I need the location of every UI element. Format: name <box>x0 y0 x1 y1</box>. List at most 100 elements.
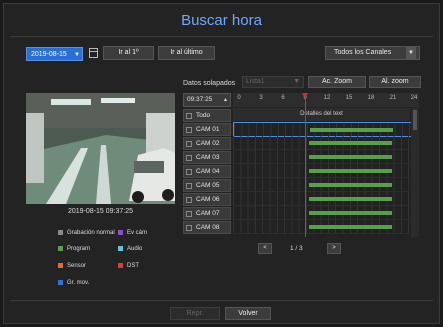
channel-label: CAM 08 <box>196 224 220 231</box>
channel-select[interactable]: Todos los Canales ▼ <box>325 46 420 60</box>
go-first-button[interactable]: Ir al 1º <box>103 46 154 60</box>
zoom-in-button[interactable]: Ac. Zoom <box>308 76 366 88</box>
timeline-row[interactable] <box>233 150 410 164</box>
recording-bar <box>309 225 392 229</box>
hour-tick: 6 <box>281 95 285 101</box>
hour-tick: 3 <box>259 95 263 101</box>
overlap-label: Datos solapados <box>183 80 236 87</box>
legend-label: Gr. mov. <box>67 280 90 287</box>
checkbox[interactable] <box>186 127 192 133</box>
channel-row[interactable]: CAM 02 <box>183 137 231 150</box>
chevron-down-icon: ▼ <box>406 47 416 59</box>
date-field[interactable]: 2019-08-15 ▼ <box>26 47 83 61</box>
hour-ruler[interactable]: 0 3 6 9 12 15 18 21 24 <box>233 93 419 107</box>
overlap-value: Lista1 <box>246 78 265 85</box>
time-value: 09:37:25 <box>187 96 213 103</box>
channel-label: CAM 07 <box>196 210 220 217</box>
legend-item: Ev cám <box>118 230 147 236</box>
channel-row[interactable]: CAM 06 <box>183 193 231 206</box>
channel-label: CAM 05 <box>196 182 220 189</box>
checkbox[interactable] <box>186 183 192 189</box>
channel-row-all[interactable]: Todo <box>183 109 231 122</box>
legend-label: Audio <box>127 246 143 253</box>
timeline-scrollbar[interactable] <box>411 108 419 237</box>
checkbox[interactable] <box>186 141 192 147</box>
legend-swatch <box>58 280 63 285</box>
chevron-up-icon[interactable]: ▲ <box>223 94 228 106</box>
legend-label: DST <box>127 263 139 270</box>
channel-select-value: Todos los Canales <box>334 49 392 56</box>
hour-tick: 18 <box>367 95 375 101</box>
go-last-button[interactable]: Ir al último <box>158 46 215 60</box>
chevron-down-icon: ▼ <box>74 52 80 58</box>
recording-bar <box>309 197 392 201</box>
legend-swatch <box>118 230 123 235</box>
legend-swatch <box>58 246 63 251</box>
chevron-down-icon: ▼ <box>293 78 300 85</box>
legend-label: Program <box>67 246 91 253</box>
checkbox[interactable] <box>186 169 192 175</box>
checkbox[interactable] <box>186 155 192 161</box>
legend-label: Grabación normal <box>67 230 115 237</box>
legend-swatch <box>118 246 123 251</box>
camera-timestamp: 2019-08-15 09:37:25 <box>68 208 133 215</box>
title-divider <box>10 36 433 37</box>
timeline-row[interactable] <box>233 206 410 220</box>
channel-row[interactable]: CAM 08 <box>183 221 231 234</box>
legend-item: Audio <box>118 246 142 252</box>
channel-row[interactable]: CAM 07 <box>183 207 231 220</box>
legend-item: Program <box>58 246 90 252</box>
legend-swatch <box>58 230 63 235</box>
page-title: Buscar hora <box>181 12 262 29</box>
back-button[interactable]: Volver <box>225 307 271 320</box>
overlap-select: Lista1 ▼ <box>242 76 304 88</box>
checkbox[interactable] <box>186 225 192 231</box>
zoom-out-button[interactable]: Al. zoom <box>369 76 421 88</box>
parking-garage-image <box>26 93 175 204</box>
hour-tick: 12 <box>323 95 331 101</box>
hour-tick: 15 <box>345 95 353 101</box>
channel-row[interactable]: CAM 04 <box>183 165 231 178</box>
recording-bar <box>309 211 392 215</box>
footer-divider <box>10 300 433 301</box>
next-page-button[interactable]: > <box>327 243 341 254</box>
channel-label: Todo <box>196 112 211 119</box>
recording-bar <box>309 155 392 159</box>
timeline-row[interactable] <box>233 164 410 178</box>
scrollbar-thumb[interactable] <box>413 110 417 130</box>
legend-item: DST <box>118 263 139 269</box>
timeline-row[interactable] <box>233 122 412 137</box>
timeline-grid[interactable]: Detalles del text <box>233 108 419 237</box>
legend-item: Sensor <box>58 263 86 269</box>
legend-label: Ev cám <box>127 230 148 237</box>
checkbox[interactable] <box>186 211 192 217</box>
recording-bar <box>310 128 393 132</box>
timeline-row[interactable] <box>233 178 410 192</box>
timeline-row[interactable] <box>233 136 410 150</box>
checkbox[interactable] <box>186 113 192 119</box>
time-cursor-line <box>305 96 306 237</box>
channel-row[interactable]: CAM 01 <box>183 123 231 136</box>
channel-label: CAM 06 <box>196 196 220 203</box>
page-indicator: 1 / 3 <box>290 245 303 252</box>
legend-item: Grabación normal <box>58 230 115 236</box>
channel-row[interactable]: CAM 05 <box>183 179 231 192</box>
channel-row[interactable]: CAM 03 <box>183 151 231 164</box>
legend-swatch <box>118 263 123 268</box>
recording-bar <box>309 183 392 187</box>
channel-label: CAM 01 <box>196 126 220 133</box>
calendar-icon[interactable] <box>89 48 98 58</box>
channel-label: CAM 04 <box>196 168 220 175</box>
hour-tick: 21 <box>389 95 397 101</box>
time-field[interactable]: 09:37:25 ▲ <box>183 93 231 107</box>
detail-header: Detalles del text <box>233 108 410 121</box>
checkbox[interactable] <box>186 197 192 203</box>
recording-bar <box>309 141 392 145</box>
recording-bar <box>309 169 392 173</box>
prev-page-button[interactable]: < <box>258 243 272 254</box>
legend-swatch <box>58 263 63 268</box>
play-button: Repr. <box>170 307 220 320</box>
timeline-row[interactable] <box>233 220 410 234</box>
camera-preview <box>26 93 175 204</box>
timeline-row[interactable] <box>233 192 410 206</box>
